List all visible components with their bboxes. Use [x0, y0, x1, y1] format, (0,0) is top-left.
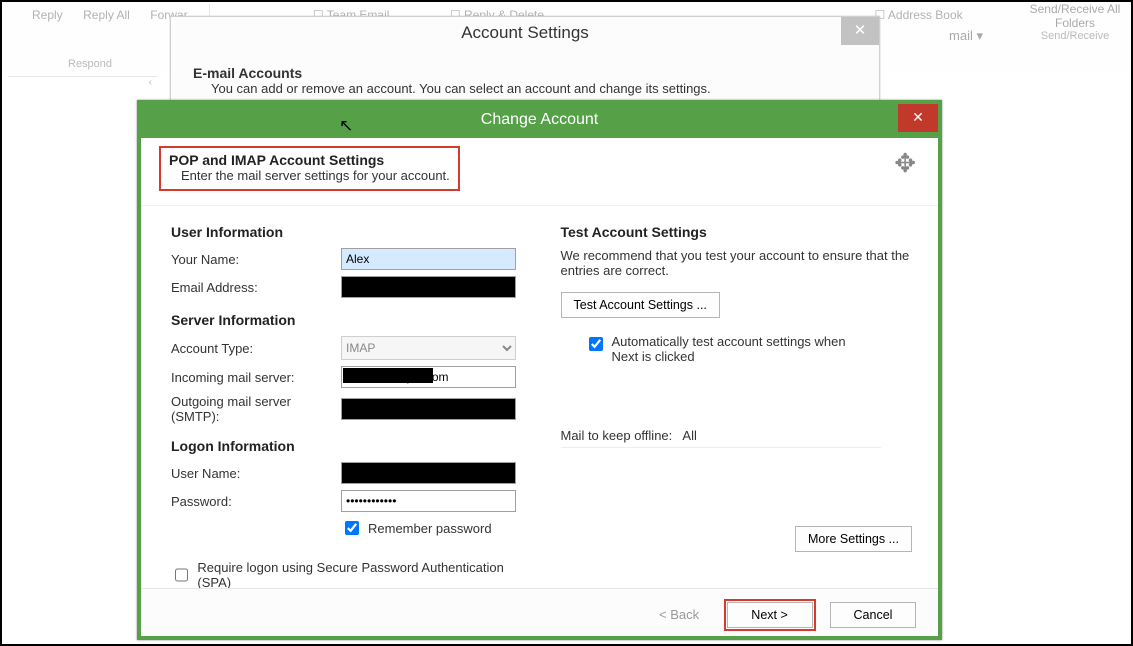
- your-name-input[interactable]: [341, 248, 516, 270]
- address-book-button[interactable]: ☐ Address Book: [866, 4, 970, 26]
- password-input[interactable]: [341, 490, 516, 512]
- incoming-server-label: Incoming mail server:: [171, 370, 341, 385]
- email-accounts-heading: E-mail Accounts: [193, 65, 302, 81]
- user-name-input[interactable]: [341, 462, 516, 484]
- email-accounts-subtext: You can add or remove an account. You ca…: [211, 81, 711, 96]
- incoming-server-input[interactable]: [341, 366, 516, 388]
- next-button-highlight: Next >: [724, 599, 816, 631]
- your-name-label: Your Name:: [171, 252, 341, 267]
- cancel-button[interactable]: Cancel: [830, 602, 916, 628]
- logon-info-heading: Logon Information: [171, 438, 527, 454]
- account-type-label: Account Type:: [171, 341, 341, 356]
- account-settings-close-button[interactable]: ✕: [841, 17, 879, 45]
- nav-collapse-chevron[interactable]: ‹: [8, 76, 158, 92]
- email-address-input[interactable]: [341, 276, 516, 298]
- wizard-header-sub: Enter the mail server settings for your …: [181, 168, 450, 183]
- reply-all-button[interactable]: Reply All: [75, 4, 138, 26]
- user-name-label: User Name:: [171, 466, 341, 481]
- mail-keep-label: Mail to keep offline:: [561, 428, 673, 443]
- change-account-wizard: ↖ Change Account ✕ POP and IMAP Account …: [137, 100, 942, 640]
- wizard-left-column: User Information Your Name: Email Addres…: [171, 224, 527, 590]
- wizard-titlebar: ↖ Change Account ✕: [141, 104, 938, 138]
- user-info-heading: User Information: [171, 224, 527, 240]
- remember-password-checkbox[interactable]: [345, 521, 359, 535]
- password-label: Password:: [171, 494, 341, 509]
- reply-button[interactable]: Reply: [24, 4, 71, 26]
- wizard-title-text: Change Account: [481, 111, 598, 128]
- mail-filter-dropdown[interactable]: mail ▾: [949, 28, 983, 44]
- account-type-select: IMAP: [341, 336, 516, 360]
- wizard-close-button[interactable]: ✕: [898, 104, 938, 132]
- send-receive-group: Send/Receive All Folders Send/Receive: [1025, 2, 1125, 42]
- test-settings-desc: We recommend that you test your account …: [561, 248, 917, 278]
- auto-test-label: Automatically test account settings when…: [612, 334, 872, 364]
- wizard-footer: < Back Next > Cancel: [141, 588, 938, 636]
- server-info-heading: Server Information: [171, 312, 527, 328]
- wizard-header-title: POP and IMAP Account Settings: [169, 152, 450, 168]
- test-settings-heading: Test Account Settings: [561, 224, 917, 240]
- outgoing-server-label: Outgoing mail server (SMTP):: [171, 394, 341, 424]
- email-address-label: Email Address:: [171, 280, 341, 295]
- back-button: < Back: [653, 606, 705, 623]
- mail-keep-slider[interactable]: [561, 447, 881, 448]
- more-settings-button[interactable]: More Settings ...: [795, 526, 912, 552]
- outgoing-server-input[interactable]: [341, 398, 516, 420]
- respond-group-label: Respond: [68, 58, 112, 70]
- require-spa-label: Require logon using Secure Password Auth…: [197, 560, 526, 590]
- test-account-settings-button[interactable]: Test Account Settings ...: [561, 292, 720, 318]
- account-settings-title: Account Settings: [461, 23, 589, 42]
- send-receive-button[interactable]: Send/Receive All Folders: [1025, 2, 1125, 30]
- mail-keep-value: All: [682, 428, 696, 443]
- wizard-header-highlight: POP and IMAP Account Settings Enter the …: [159, 146, 460, 191]
- send-receive-group-label: Send/Receive: [1025, 30, 1125, 42]
- auto-test-checkbox[interactable]: [589, 337, 603, 351]
- next-button[interactable]: Next >: [727, 602, 813, 628]
- click-cursor-icon: ✥: [894, 148, 916, 179]
- remember-password-label: Remember password: [368, 521, 492, 536]
- require-spa-checkbox[interactable]: [175, 568, 188, 582]
